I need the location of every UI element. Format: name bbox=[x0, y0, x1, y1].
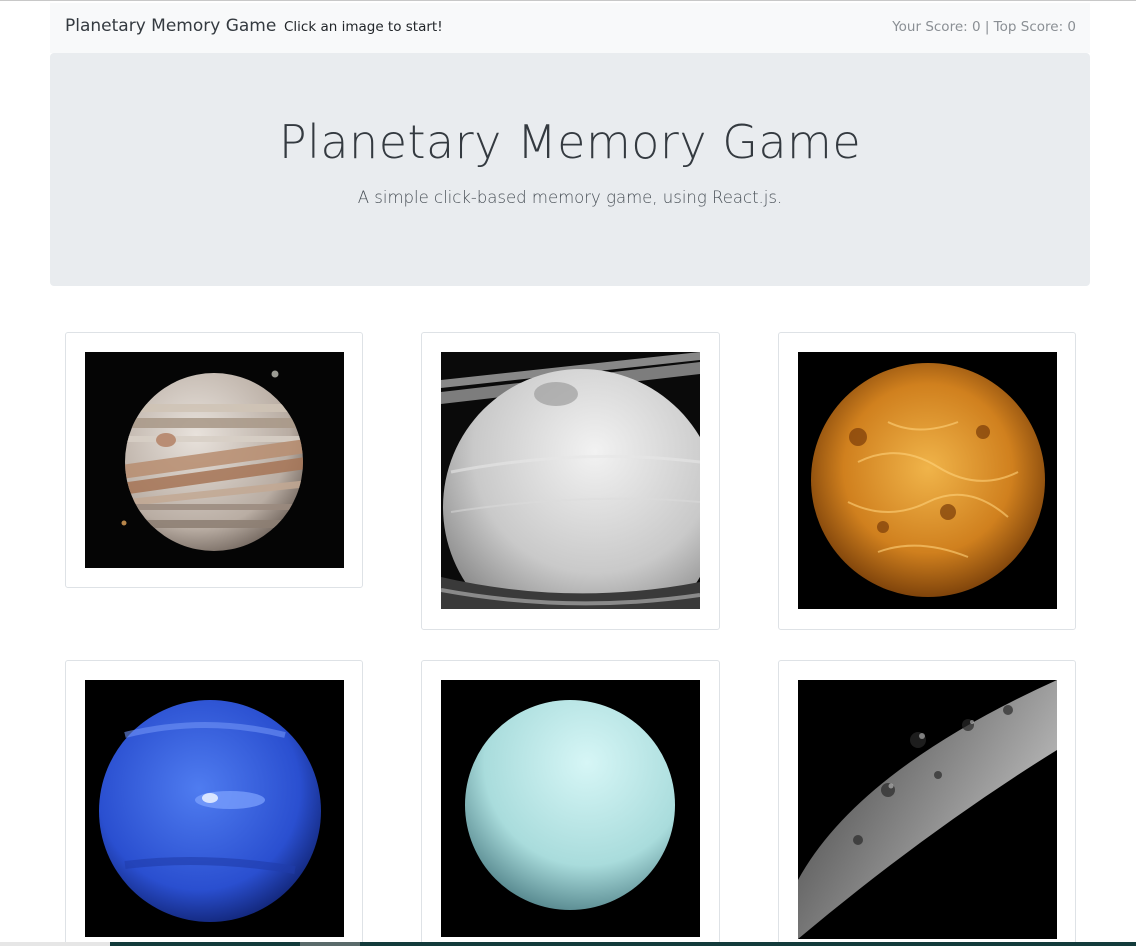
page-title: Planetary Memory Game bbox=[278, 115, 862, 169]
planet-card-jupiter[interactable] bbox=[65, 332, 363, 588]
planet-card-venus[interactable] bbox=[778, 332, 1076, 630]
planet-card-neptune[interactable] bbox=[65, 660, 363, 946]
navbar: Planetary Memory Game Click an image to … bbox=[50, 3, 1090, 53]
horizontal-scrollbar[interactable] bbox=[0, 942, 1136, 946]
planet-card-mercury[interactable] bbox=[778, 660, 1076, 946]
saturn-image[interactable] bbox=[441, 352, 700, 609]
jupiter-image[interactable] bbox=[85, 352, 344, 568]
jumbotron: Planetary Memory Game A simple click-bas… bbox=[50, 53, 1090, 286]
navbar-brand[interactable]: Planetary Memory Game bbox=[65, 16, 276, 36]
uranus-image[interactable] bbox=[441, 680, 700, 937]
mercury-image[interactable] bbox=[798, 680, 1057, 939]
planet-card-saturn[interactable] bbox=[421, 332, 720, 630]
page-subtitle: A simple click-based memory game, using … bbox=[357, 188, 783, 207]
window-top-border bbox=[0, 0, 1136, 1]
venus-image[interactable] bbox=[798, 352, 1057, 609]
game-status-message: Click an image to start! bbox=[284, 19, 443, 35]
planet-card-uranus[interactable] bbox=[421, 660, 720, 946]
scrollbar-track bbox=[110, 942, 1136, 946]
neptune-image[interactable] bbox=[85, 680, 344, 937]
score-display: Your Score: 0 | Top Score: 0 bbox=[892, 19, 1076, 35]
scrollbar-thumb[interactable] bbox=[300, 942, 360, 946]
